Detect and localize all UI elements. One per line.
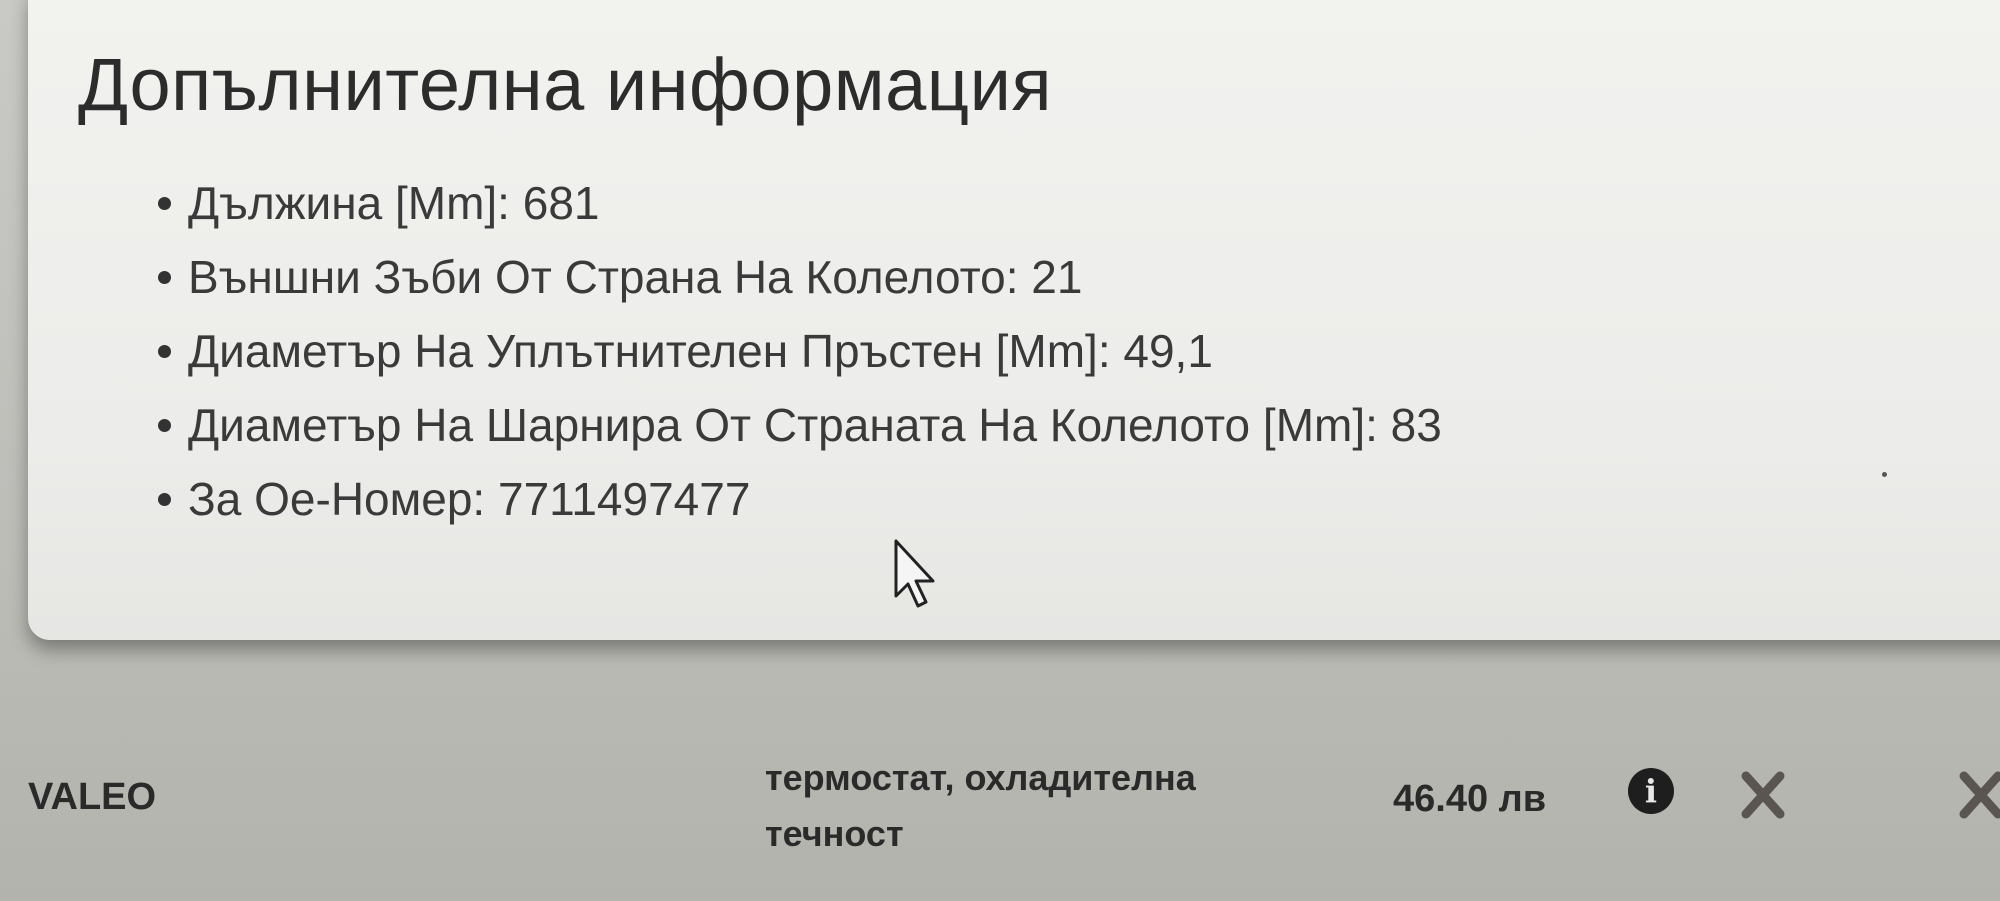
bullet-icon: [158, 197, 171, 210]
list-item-text: Дължина [Mm]: 681: [188, 177, 600, 229]
info-icon[interactable]: i: [1628, 768, 1674, 814]
bullet-icon: [158, 345, 171, 358]
brand-name: VALEO: [28, 776, 157, 818]
product-row: VALEO термостат, охладителна течност 46.…: [0, 720, 2000, 860]
panel-title: Допълнителна информация: [78, 43, 1053, 126]
list-item: Диаметър На Уплътнителен Пръстен [Mm]: 4…: [158, 323, 1442, 397]
additional-info-panel: Допълнителна информация Дължина [Mm]: 68…: [28, 0, 2000, 640]
stray-dot: [1882, 472, 1887, 477]
list-item: Диаметър На Шарнира От Страната На Колел…: [158, 397, 1442, 471]
list-item-text: Външни Зъби От Страна На Колелото: 21: [188, 251, 1083, 303]
mouse-pointer-icon: [894, 539, 935, 608]
bullet-icon: [158, 271, 171, 284]
list-item: Дължина [Mm]: 681: [158, 175, 1442, 249]
list-item-text: За Ое-Номер: 7711497477: [188, 473, 751, 525]
list-item-text: Диаметър На Шарнира От Страната На Колел…: [188, 399, 1442, 451]
list-item: Външни Зъби От Страна На Колелото: 21: [158, 249, 1442, 323]
list-item: За Ое-Номер: 7711497477: [158, 471, 1442, 545]
bullet-icon: [158, 493, 171, 506]
close-icon[interactable]: [1958, 770, 2000, 820]
info-list: Дължина [Mm]: 681 Външни Зъби От Страна …: [158, 175, 1442, 545]
bullet-icon: [158, 419, 171, 432]
close-icon[interactable]: [1740, 770, 1786, 820]
list-item-text: Диаметър На Уплътнителен Пръстен [Mm]: 4…: [188, 325, 1213, 377]
product-price: 46.40 лв: [1393, 778, 1547, 820]
product-description: термостат, охладителна течност: [765, 757, 1196, 854]
